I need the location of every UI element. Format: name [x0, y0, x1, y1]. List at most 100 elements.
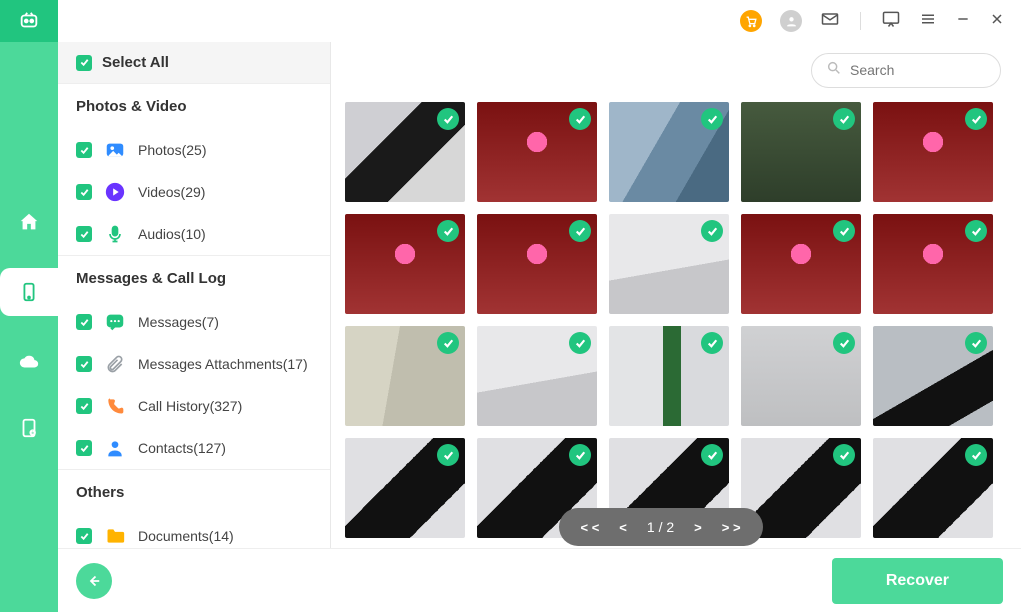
photo-icon	[104, 139, 126, 161]
checkmark-icon	[76, 356, 92, 372]
selected-badge-icon	[701, 444, 723, 466]
photo-thumb[interactable]	[873, 438, 993, 538]
selected-badge-icon	[569, 108, 591, 130]
sidebar-item[interactable]: Videos(29)	[58, 171, 330, 213]
sidebar-item-label: Contacts(127)	[138, 440, 226, 456]
selected-badge-icon	[833, 220, 855, 242]
close-icon[interactable]	[989, 11, 1005, 32]
gallery-panel	[331, 42, 1021, 548]
checkmark-icon	[76, 226, 92, 242]
photo-thumb[interactable]	[345, 326, 465, 426]
search-box[interactable]	[811, 53, 1001, 88]
select-all-row[interactable]: Select All	[58, 42, 330, 83]
feedback-icon[interactable]	[881, 9, 901, 34]
selected-badge-icon	[833, 332, 855, 354]
pager-last[interactable]: > >	[722, 520, 741, 535]
rail-sim[interactable]	[9, 408, 49, 448]
cart-icon[interactable]	[740, 10, 762, 32]
checkmark-icon	[76, 314, 92, 330]
call-icon	[104, 395, 126, 417]
section-header: Messages & Call Log	[58, 255, 330, 301]
sidebar-item[interactable]: Documents(14)	[58, 515, 330, 548]
sidebar-item-label: Videos(29)	[138, 184, 205, 200]
video-icon	[104, 181, 126, 203]
category-sidebar: Select All Photos & Video Photos(25) Video…	[58, 42, 331, 548]
checkmark-icon	[76, 184, 92, 200]
selected-badge-icon	[701, 108, 723, 130]
rail-home[interactable]	[9, 202, 49, 242]
photo-thumb[interactable]	[345, 102, 465, 202]
selected-badge-icon	[965, 220, 987, 242]
pager-first[interactable]: < <	[581, 520, 600, 535]
photo-thumb[interactable]	[609, 326, 729, 426]
selected-badge-icon	[437, 332, 459, 354]
photo-thumb[interactable]	[873, 326, 993, 426]
sidebar-item-label: Documents(14)	[138, 528, 234, 544]
contacts-icon	[104, 437, 126, 459]
footer-bar: Recover	[58, 548, 1021, 612]
folder-icon	[104, 525, 126, 547]
selected-badge-icon	[701, 332, 723, 354]
sidebar-item[interactable]: Contacts(127)	[58, 427, 330, 469]
selected-badge-icon	[569, 332, 591, 354]
sidebar-item[interactable]: Call History(327)	[58, 385, 330, 427]
checkmark-icon	[76, 55, 92, 71]
photo-thumb[interactable]	[477, 214, 597, 314]
back-button[interactable]	[76, 563, 112, 599]
sidebar-item[interactable]: Messages Attachments(17)	[58, 343, 330, 385]
app-logo-icon	[18, 10, 40, 32]
photo-thumb[interactable]	[873, 102, 993, 202]
photo-thumb[interactable]	[741, 102, 861, 202]
selected-badge-icon	[569, 444, 591, 466]
sidebar-item-label: Call History(327)	[138, 398, 242, 414]
sidebar-item-label: Messages Attachments(17)	[138, 356, 308, 372]
selected-badge-icon	[833, 444, 855, 466]
sidebar-item[interactable]: Photos(25)	[58, 129, 330, 171]
selected-badge-icon	[965, 332, 987, 354]
photo-thumb[interactable]	[873, 214, 993, 314]
sidebar-item-label: Audios(10)	[138, 226, 206, 242]
sidebar-item-label: Messages(7)	[138, 314, 219, 330]
left-rail	[0, 42, 58, 612]
photo-thumb[interactable]	[609, 102, 729, 202]
selected-badge-icon	[965, 108, 987, 130]
checkmark-icon	[76, 528, 92, 544]
selected-badge-icon	[437, 220, 459, 242]
photo-thumb[interactable]	[741, 214, 861, 314]
selected-badge-icon	[569, 220, 591, 242]
sidebar-item[interactable]: Audios(10)	[58, 213, 330, 255]
pager-next[interactable]: >	[694, 520, 702, 535]
rail-phone[interactable]	[0, 268, 58, 316]
photo-thumb[interactable]	[609, 214, 729, 314]
checkmark-icon	[76, 440, 92, 456]
pager-prev[interactable]: <	[619, 520, 627, 535]
section-header: Photos & Video	[58, 83, 330, 129]
photo-thumb[interactable]	[477, 326, 597, 426]
sidebar-item[interactable]: Messages(7)	[58, 301, 330, 343]
divider	[860, 12, 861, 30]
photo-thumb[interactable]	[477, 102, 597, 202]
recover-button[interactable]: Recover	[832, 558, 1003, 604]
photo-grid	[343, 98, 1009, 548]
checkmark-icon	[76, 398, 92, 414]
select-all-label: Select All	[102, 54, 169, 71]
message-icon	[104, 311, 126, 333]
selected-badge-icon	[701, 220, 723, 242]
search-input[interactable]	[850, 62, 986, 78]
pager-label: 1 / 2	[647, 519, 674, 535]
menu-icon[interactable]	[919, 10, 937, 33]
photo-thumb[interactable]	[345, 214, 465, 314]
photo-thumb[interactable]	[345, 438, 465, 538]
selected-badge-icon	[437, 444, 459, 466]
selected-badge-icon	[965, 444, 987, 466]
mail-icon[interactable]	[820, 9, 840, 34]
section-header: Others	[58, 469, 330, 515]
selected-badge-icon	[833, 108, 855, 130]
sidebar-item-label: Photos(25)	[138, 142, 206, 158]
profile-icon[interactable]	[780, 10, 802, 32]
pager: < < < 1 / 2 > > >	[559, 508, 763, 546]
attachment-icon	[104, 353, 126, 375]
rail-cloud[interactable]	[9, 342, 49, 382]
photo-thumb[interactable]	[741, 326, 861, 426]
minimize-icon[interactable]	[955, 11, 971, 32]
